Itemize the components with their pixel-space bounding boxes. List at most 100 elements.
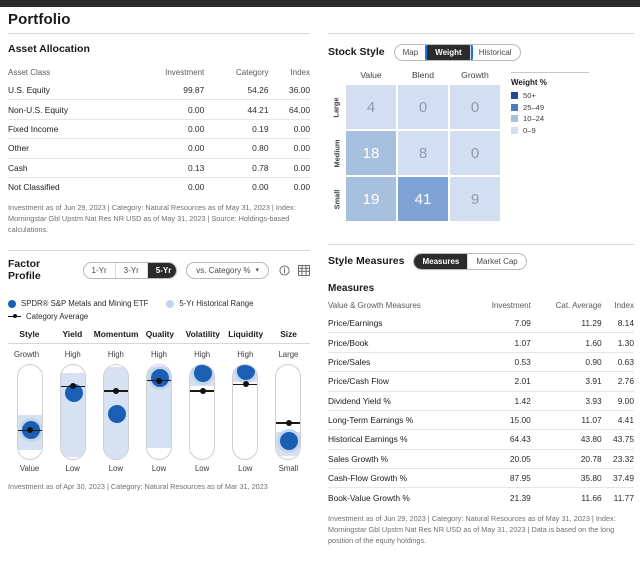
table-row: Dividend Yield % 1.42 3.93 9.00	[328, 390, 634, 411]
tab-3yr[interactable]: 3-Yr	[116, 262, 148, 278]
factor-gauge-track[interactable]	[189, 364, 216, 461]
row-label: Cash-Flow Growth %	[328, 467, 471, 488]
style-cell-medium-blend[interactable]: 8	[397, 130, 449, 176]
factor-name-yield: Yield	[62, 329, 83, 340]
factor-gauge-track[interactable]	[59, 364, 86, 461]
factor-profile-header: Factor Profile 1-Yr 3-Yr 5-Yr vs. Catego…	[8, 258, 310, 282]
legend-row-primary: SPDR® S&P Metals and Mining ETF 5-Yr His…	[8, 299, 310, 308]
tab-1yr[interactable]: 1-Yr	[84, 262, 116, 278]
factor-value-dot	[194, 365, 213, 382]
cell-index: 64.00	[268, 99, 310, 120]
legend-item-range: 5-Yr Historical Range	[166, 299, 253, 308]
legend-label-range: 5-Yr Historical Range	[179, 299, 254, 309]
factor-name-size: Size	[280, 329, 297, 340]
style-cell-large-blend[interactable]: 0	[397, 84, 449, 130]
asset-allocation-table: Asset Class Investment Category Index U.…	[8, 68, 310, 197]
divider	[8, 343, 310, 345]
style-row-small-label: Small	[332, 189, 341, 209]
factor-gauges: Growth Value High Low High Low High Low High Low H…	[8, 349, 310, 475]
style-cell-large-value[interactable]: 4	[345, 84, 397, 130]
factor-column-momentum[interactable]: High Low	[94, 349, 137, 475]
factor-top-label: High	[107, 350, 124, 360]
tab-market-cap[interactable]: Market Cap	[468, 254, 525, 269]
legend-swatch-icon	[511, 115, 518, 122]
factor-column-style[interactable]: Growth Value	[8, 349, 51, 475]
factor-column-liquidity[interactable]: High Low	[224, 349, 267, 475]
style-cell-medium-value[interactable]: 18	[345, 130, 397, 176]
style-cell-large-growth[interactable]: 0	[449, 84, 501, 130]
legend-item: 50+	[511, 91, 599, 100]
table-icon[interactable]	[297, 264, 310, 277]
row-label: Price/Book	[328, 332, 471, 353]
cell-cat-average: 11.66	[530, 487, 602, 507]
table-row: Price/Earnings 7.09 11.29 8.14	[328, 314, 634, 333]
factor-column-volatility[interactable]: High Low	[181, 349, 224, 475]
factor-profile-footnote: Investment as of Apr 30, 2023 | Category…	[8, 482, 268, 492]
row-label: Price/Cash Flow	[328, 371, 471, 391]
style-cell-small-blend[interactable]: 41	[397, 176, 449, 222]
factor-column-quality[interactable]: High Low	[137, 349, 180, 475]
factor-period-toggle[interactable]: 1-Yr 3-Yr 5-Yr	[82, 261, 178, 279]
cell-index: 37.49	[601, 467, 634, 488]
factor-top-label: High	[237, 350, 254, 360]
cell-index: 0.00	[268, 118, 310, 139]
style-measures-toggle[interactable]: Measures Market Cap	[413, 252, 527, 270]
table-row: Price/Book 1.07 1.60 1.30	[328, 332, 634, 353]
cell-index: 4.41	[601, 409, 634, 430]
table-row: Price/Sales 0.53 0.90 0.63	[328, 351, 634, 372]
cell-index: 0.00	[268, 157, 310, 178]
tab-measures[interactable]: Measures	[414, 253, 469, 269]
tab-weight[interactable]: Weight	[427, 44, 471, 60]
row-label: Sales Growth %	[328, 448, 471, 469]
cell-category: 0.19	[204, 118, 269, 139]
style-cell-medium-growth[interactable]: 0	[449, 130, 501, 176]
info-icon[interactable]	[278, 264, 291, 277]
cell-investment: 2.01	[470, 371, 531, 391]
cell-category: 54.26	[247, 85, 269, 96]
right-column: Stock Style Map Weight Historical Value …	[320, 33, 640, 547]
factor-comparison-dropdown[interactable]: vs. Category % ▾	[186, 261, 269, 279]
legend-label: 0–9	[523, 125, 536, 135]
factor-name-momentum: Momentum	[93, 329, 139, 340]
cell-investment: 0.53	[470, 351, 531, 372]
stock-style-toggle[interactable]: Map Weight Historical	[393, 43, 521, 61]
style-row-medium-label: Medium	[332, 139, 342, 167]
style-row-medium: Medium	[328, 130, 345, 176]
asset-allocation-footnote: Investment as of Jun 29, 2023 | Category…	[8, 203, 296, 235]
tab-5yr[interactable]: 5-Yr	[147, 262, 177, 278]
column-header-category: Category	[236, 68, 269, 77]
factor-column-size[interactable]: Large Small	[267, 349, 310, 475]
factor-gauge-track[interactable]	[275, 364, 302, 461]
row-label: Price/Earnings	[328, 318, 383, 329]
cell-cat-average: 0.90	[530, 351, 602, 372]
cell-index: 23.32	[601, 448, 634, 469]
factor-top-label: Growth	[14, 350, 40, 360]
cell-index: 0.63	[601, 351, 634, 372]
style-cell-small-growth[interactable]: 9	[449, 176, 501, 222]
factor-gauge-track[interactable]	[102, 364, 129, 461]
factor-gauge-track[interactable]	[16, 364, 43, 461]
table-row: Historical Earnings % 64.43 43.80 43.75	[328, 429, 634, 450]
weight-legend-items: 50+ 25–49 10–24 0–9	[511, 91, 599, 135]
cell-investment: 0.13	[126, 157, 205, 178]
legend-rule	[511, 72, 589, 73]
cell-investment: 99.87	[183, 85, 205, 96]
divider	[328, 33, 634, 34]
style-cell-small-value[interactable]: 19	[345, 176, 397, 222]
factor-gauge-track[interactable]	[145, 364, 172, 461]
factor-bottom-label: Low	[108, 464, 123, 474]
divider	[328, 244, 634, 245]
cell-investment: 0.00	[126, 99, 205, 120]
column-header-measure: Value & Growth Measures	[328, 301, 421, 310]
cell-index: 8.14	[617, 318, 634, 329]
factor-name-volatility: Volatility	[185, 329, 220, 340]
factor-column-yield[interactable]: High Low	[51, 349, 94, 475]
factor-gauge-track[interactable]	[232, 364, 259, 461]
factor-category-average-marker	[103, 386, 128, 395]
page-title: Portfolio	[8, 11, 71, 28]
tab-historical[interactable]: Historical	[471, 45, 520, 60]
line-dot-icon	[8, 313, 21, 321]
tab-map[interactable]: Map	[395, 44, 428, 60]
legend-swatch-icon	[511, 92, 518, 99]
cell-cat-average: 11.29	[581, 318, 602, 329]
